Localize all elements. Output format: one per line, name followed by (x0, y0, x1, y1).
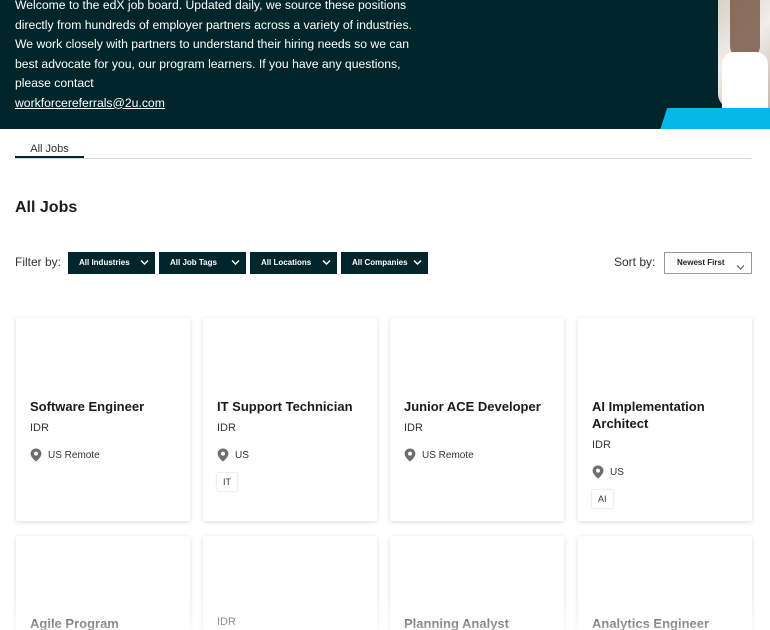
hero-intro-text: Welcome to the edX job board. Updated da… (15, 0, 412, 90)
job-location: US Remote (30, 448, 100, 462)
locations-dropdown-label: All Locations (261, 258, 312, 267)
chevron-down-icon (322, 259, 331, 266)
job-tag[interactable]: AI (592, 490, 613, 508)
sort-label: Sort by: (614, 255, 656, 269)
hero-intro: Welcome to the edX job board. Updated da… (15, 0, 420, 113)
chevron-down-icon (413, 259, 422, 266)
job-title: Junior ACE Developer (404, 399, 541, 414)
companies-dropdown-label: All Companies (352, 258, 408, 267)
job-location: US (592, 465, 624, 479)
location-pin-icon (217, 448, 229, 462)
job-title: Agile Program (30, 616, 119, 630)
job-card[interactable]: Junior ACE Developer IDR US Remote (390, 318, 564, 521)
job-location-text: US (235, 449, 249, 461)
job-card[interactable]: Software Engineer IDR US Remote (16, 318, 190, 521)
job-title: Planning Analyst (404, 616, 509, 630)
job-location-text: US Remote (422, 449, 474, 461)
sort-select-value: Newest First (677, 258, 725, 267)
location-pin-icon (404, 448, 416, 462)
job-location: US (217, 448, 249, 462)
job-company: IDR (30, 422, 49, 434)
hero-photo (718, 0, 770, 108)
job-title: Software Engineer (30, 399, 145, 414)
job-title: IT Support Technician (217, 399, 353, 414)
industries-dropdown[interactable]: All Industries (68, 252, 155, 274)
chevron-down-icon (140, 259, 149, 266)
contact-email-link[interactable]: workforcereferrals@2u.com (15, 96, 165, 110)
job-location: US Remote (404, 448, 474, 462)
job-tags-dropdown-label: All Job Tags (170, 258, 217, 267)
industries-dropdown-label: All Industries (79, 258, 130, 267)
job-title: AI Implementation Architect (592, 399, 705, 431)
job-tags-dropdown[interactable]: All Job Tags (159, 252, 246, 274)
hero-accent-stripe (660, 108, 770, 129)
job-card[interactable]: IDR (203, 536, 377, 630)
job-company: IDR (217, 422, 236, 434)
job-company: IDR (592, 439, 611, 451)
job-location-text: US (610, 466, 624, 478)
chevron-down-icon (736, 259, 745, 279)
tab-all-jobs[interactable]: All Jobs (15, 140, 84, 158)
job-card[interactable]: IT Support Technician IDR US IT (203, 318, 377, 521)
companies-dropdown[interactable]: All Companies (341, 252, 428, 274)
locations-dropdown[interactable]: All Locations (250, 252, 337, 274)
job-card[interactable]: Analytics Engineer (578, 536, 752, 630)
location-pin-icon (30, 448, 42, 462)
job-tag[interactable]: IT (217, 473, 237, 491)
page-title: All Jobs (15, 199, 78, 216)
filter-label: Filter by: (15, 255, 62, 269)
hero-banner: Welcome to the edX job board. Updated da… (0, 0, 770, 129)
job-card[interactable]: AI Implementation Architect IDR US AI (578, 318, 752, 521)
tab-bar: All Jobs (15, 140, 751, 159)
job-card[interactable]: Planning Analyst (390, 536, 564, 630)
job-location-text: US Remote (48, 449, 100, 461)
job-title: Analytics Engineer (592, 616, 710, 630)
location-pin-icon (592, 465, 604, 479)
sort-select[interactable]: Newest First (664, 252, 752, 274)
job-company: IDR (404, 422, 423, 434)
job-card[interactable]: Agile Program (16, 536, 190, 630)
chevron-down-icon (231, 259, 240, 266)
job-company: IDR (217, 616, 236, 628)
